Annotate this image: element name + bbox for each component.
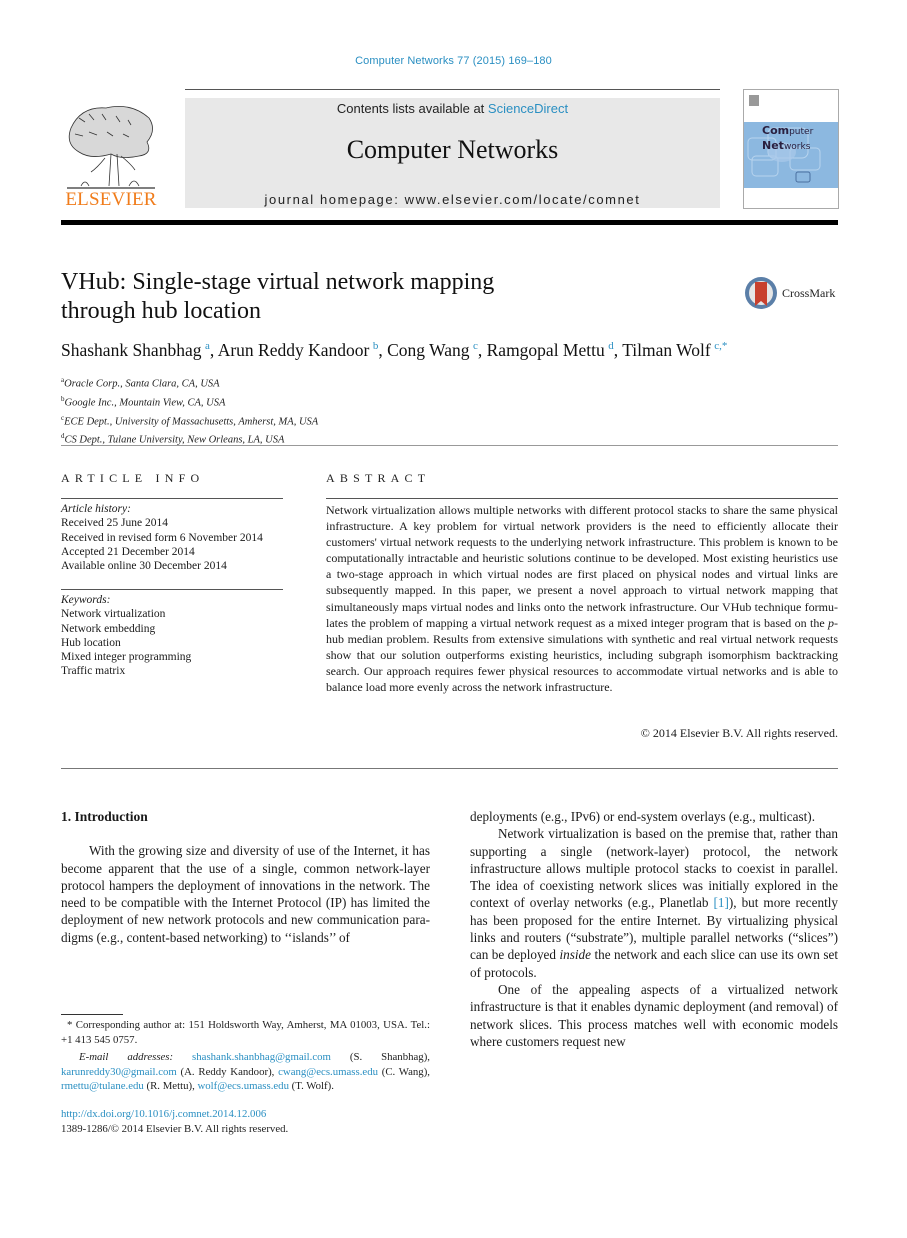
history-item: Received in revised form 6 November 2014 bbox=[61, 531, 263, 544]
article-title-line2: through hub location bbox=[61, 298, 261, 324]
issn-line: 1389-1286/© 2014 Elsevier B.V. All right… bbox=[61, 1122, 289, 1135]
body-paragraph: deployments (e.g., IPv6) or end-system o… bbox=[470, 809, 815, 824]
header-rule bbox=[185, 89, 720, 90]
contents-line: Contents lists available at ScienceDirec… bbox=[185, 101, 720, 116]
contents-prefix: Contents lists available at bbox=[336, 101, 488, 116]
abstract-copyright: © 2014 Elsevier B.V. All rights reserved… bbox=[640, 726, 838, 740]
cover-title: Computer Networks bbox=[762, 124, 814, 152]
author[interactable]: Ramgopal Mettu d bbox=[487, 340, 614, 360]
body-paragraph: One of the appealing aspects of a virtua… bbox=[470, 981, 838, 1049]
keyword: Mixed integer programming bbox=[61, 651, 192, 664]
divider bbox=[326, 498, 838, 499]
article-history: Article history: Received 25 June 2014 R… bbox=[61, 502, 291, 573]
email-addresses: E-mail addresses: shashank.shanbhag@gmai… bbox=[61, 1051, 430, 1093]
email-link[interactable]: rmettu@tulane.edu bbox=[61, 1080, 144, 1092]
journal-cover-thumbnail[interactable]: Computer Networks bbox=[743, 89, 839, 209]
email-link[interactable]: wolf@ecs.umass.edu bbox=[197, 1080, 289, 1092]
footnote-rule bbox=[61, 1014, 123, 1015]
divider bbox=[61, 589, 283, 590]
header-thick-rule bbox=[61, 220, 838, 225]
history-item: Available online 30 December 2014 bbox=[61, 560, 227, 573]
body-column-left: 1. Introduction With the growing size an… bbox=[61, 808, 430, 946]
section-heading: 1. Introduction bbox=[61, 809, 148, 824]
author[interactable]: Tilman Wolf c,* bbox=[622, 340, 727, 360]
citation-link[interactable]: [1] bbox=[714, 895, 729, 910]
keyword: Traffic matrix bbox=[61, 665, 126, 678]
article-info-heading: ARTICLE INFO bbox=[61, 471, 205, 485]
divider bbox=[61, 498, 283, 499]
sciencedirect-link[interactable]: ScienceDirect bbox=[488, 101, 568, 116]
keyword: Network virtualization bbox=[61, 608, 166, 621]
journal-reference-link[interactable]: Computer Networks 77 (2015) 169–180 bbox=[0, 55, 907, 67]
journal-masthead: Contents lists available at ScienceDirec… bbox=[185, 98, 720, 208]
email-link[interactable]: cwang@ecs.umass.edu bbox=[278, 1066, 378, 1078]
elsevier-wordmark: ELSEVIER bbox=[65, 189, 157, 210]
email-link[interactable]: karunreddy30@gmail.com bbox=[61, 1066, 177, 1078]
body-column-right: deployments (e.g., IPv6) or end-system o… bbox=[470, 808, 838, 1050]
affiliation: bGoogle Inc., Mountain View, CA, USA bbox=[61, 394, 226, 409]
body-paragraph: With the growing size and diversity of u… bbox=[61, 843, 430, 945]
body-paragraph: Network virtualization is based on the p… bbox=[470, 826, 838, 980]
author[interactable]: Cong Wang c bbox=[387, 340, 478, 360]
email-link[interactable]: shashank.shanbhag@gmail.com bbox=[192, 1051, 331, 1063]
history-item: Received 25 June 2014 bbox=[61, 517, 168, 530]
doi-link[interactable]: http://dx.doi.org/10.1016/j.comnet.2014.… bbox=[61, 1108, 266, 1120]
author[interactable]: Shashank Shanbhag a bbox=[61, 340, 210, 360]
abstract-heading: ABSTRACT bbox=[326, 471, 431, 485]
affiliation: aOracle Corp., Santa Clara, CA, USA bbox=[61, 376, 220, 390]
divider bbox=[61, 445, 838, 446]
affiliations: aOracle Corp., Santa Clara, CA, USA bGoo… bbox=[61, 373, 561, 448]
cover-emblem-icon bbox=[749, 95, 759, 106]
affiliation: cECE Dept., University of Massachusetts,… bbox=[61, 413, 319, 428]
article-title: VHub: Single-stage virtual network mappi… bbox=[61, 268, 621, 326]
crossmark-icon bbox=[745, 277, 777, 309]
corresponding-author-note: * Corresponding author at: 151 Holdswort… bbox=[61, 1019, 430, 1046]
keyword: Hub location bbox=[61, 636, 121, 649]
keywords-label: Keywords: bbox=[61, 594, 111, 606]
footnotes: * Corresponding author at: 151 Holdswort… bbox=[61, 1018, 430, 1097]
history-label: Article history: bbox=[61, 503, 131, 515]
abstract-text: Network virtualization allows multiple n… bbox=[326, 503, 838, 695]
crossmark-button[interactable]: CrossMark bbox=[744, 276, 844, 310]
journal-title: Computer Networks bbox=[346, 135, 559, 164]
keywords: Keywords: Network virtualization Network… bbox=[61, 593, 291, 679]
author-list: Shashank Shanbhag a, Arun Reddy Kandoor … bbox=[61, 340, 728, 360]
crossmark-label: CrossMark bbox=[782, 286, 836, 300]
journal-homepage-link[interactable]: journal homepage: www.elsevier.com/locat… bbox=[185, 192, 720, 207]
history-item: Accepted 21 December 2014 bbox=[61, 545, 195, 558]
doi-block: http://dx.doi.org/10.1016/j.comnet.2014.… bbox=[61, 1107, 430, 1136]
article-title-line1: VHub: Single-stage virtual network mappi… bbox=[61, 269, 495, 295]
keyword: Network embedding bbox=[61, 622, 156, 635]
divider bbox=[61, 768, 838, 769]
author[interactable]: Arun Reddy Kandoor b bbox=[218, 340, 379, 360]
